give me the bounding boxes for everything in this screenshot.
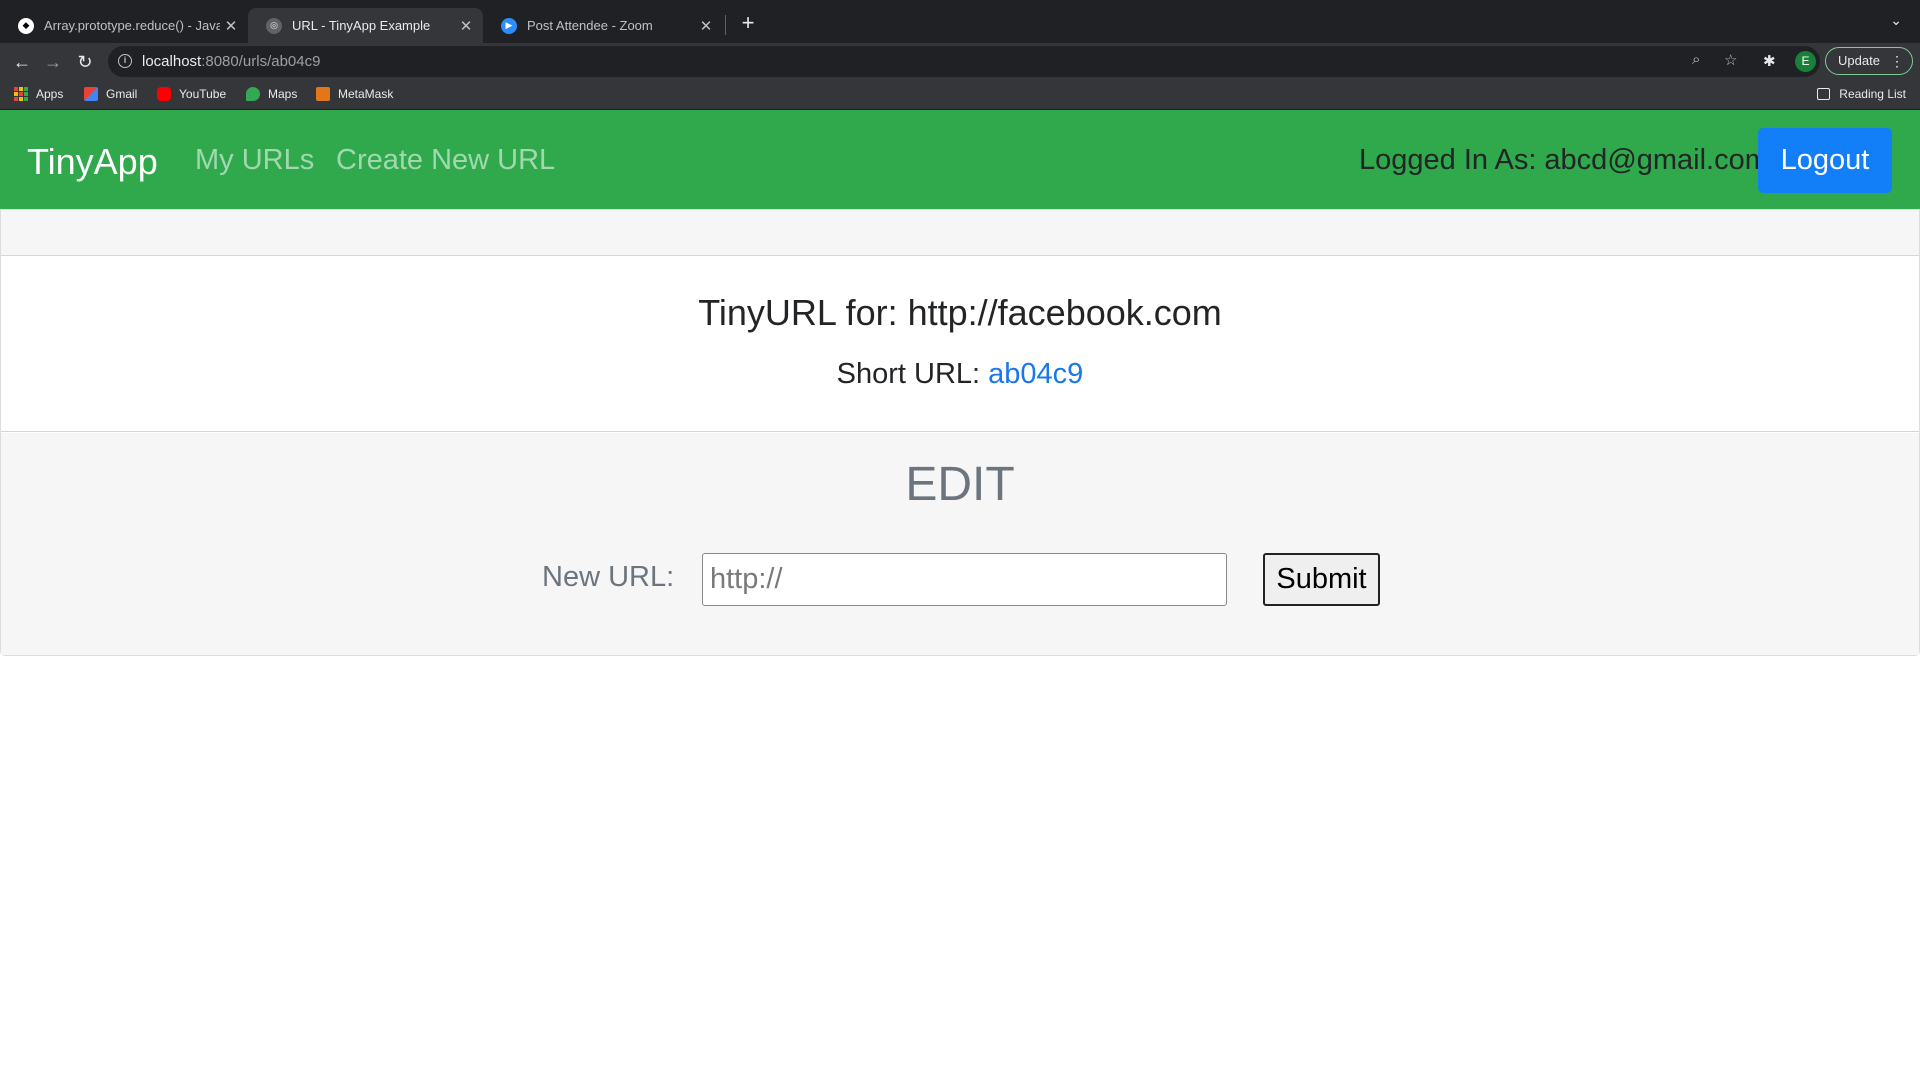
bookmark-apps[interactable]: Apps (14, 87, 63, 101)
nav-my-urls[interactable]: My URLs (195, 144, 314, 177)
tab-title: Post Attendee - Zoom (527, 18, 653, 33)
bookmark-gmail[interactable]: Gmail (84, 87, 137, 101)
new-tab-plus-icon[interactable]: + (736, 12, 760, 36)
tab-search-chevron-icon[interactable]: ⌄ (1890, 12, 1902, 29)
short-url-label: Short URL: (836, 358, 989, 390)
card-body: TinyURL for: http://facebook.com Short U… (1, 256, 1919, 432)
bookmark-youtube[interactable]: YouTube (157, 87, 226, 101)
card-header (1, 210, 1919, 256)
apps-grid-icon (14, 87, 28, 101)
extensions-puzzle-icon[interactable]: ✱ (1763, 52, 1776, 70)
tab-divider (725, 15, 726, 35)
close-icon[interactable]: ✕ (455, 17, 477, 35)
globe-icon: ◎ (266, 17, 282, 34)
edit-heading: EDIT (905, 458, 1015, 511)
logged-in-status: Logged In As: abcd@gmail.com (1359, 144, 1769, 176)
nav-create-new-url[interactable]: Create New URL (336, 144, 555, 177)
reload-icon[interactable]: ↻ (72, 49, 98, 75)
tab-zoom[interactable]: ▶ Post Attendee - Zoom ✕ (483, 8, 723, 43)
update-button[interactable]: Update ⋮ (1825, 47, 1913, 75)
browser-toolbar: ← → ↻ i localhost:8080/urls/ab04c9 ⌕ ☆ ✱… (0, 43, 1920, 80)
more-vert-icon[interactable]: ⋮ (1890, 48, 1904, 74)
back-arrow-icon[interactable]: ← (9, 49, 35, 75)
site-info-icon[interactable]: i (118, 54, 132, 68)
reading-list[interactable]: Reading List (1817, 87, 1906, 101)
bookmarks-bar: Apps Gmail YouTube Maps MetaMask Reading… (0, 80, 1920, 110)
close-icon[interactable]: ✕ (220, 17, 242, 35)
edit-section: EDIT New URL: Submit (1, 433, 1919, 655)
profile-avatar[interactable]: E (1795, 51, 1816, 72)
new-url-input[interactable] (702, 553, 1227, 606)
submit-button[interactable]: Submit (1263, 553, 1380, 606)
short-url-line: Short URL: ab04c9 (1, 358, 1919, 391)
zoom-magnifier-icon[interactable]: ⌕ (1692, 51, 1700, 68)
bookmark-star-icon[interactable]: ☆ (1724, 51, 1737, 69)
bookmark-metamask[interactable]: MetaMask (316, 87, 393, 101)
mdn-favicon-icon: ◆ (18, 17, 34, 34)
tab-title: URL - TinyApp Example (292, 18, 431, 33)
address-bar[interactable]: i localhost:8080/urls/ab04c9 ⌕ ☆ (108, 46, 1820, 77)
logout-button[interactable]: Logout (1758, 128, 1892, 193)
brand-link[interactable]: TinyApp (27, 141, 158, 183)
app-navbar: TinyApp My URLs Create New URL Logged In… (0, 110, 1920, 209)
tab-tinyapp[interactable]: ◎ URL - TinyApp Example ✕ (248, 8, 483, 43)
zoom-favicon-icon: ▶ (501, 17, 517, 34)
close-icon[interactable]: ✕ (695, 17, 717, 35)
page-viewport: TinyApp My URLs Create New URL Logged In… (0, 110, 1920, 1080)
address-url[interactable]: localhost:8080/urls/ab04c9 (142, 53, 320, 70)
forward-arrow-icon[interactable]: → (40, 49, 66, 75)
tab-title: Array.prototype.reduce() - JavaScript | … (44, 18, 220, 33)
gmail-icon (84, 87, 98, 101)
card-title: TinyURL for: http://facebook.com (698, 292, 1222, 333)
youtube-icon (157, 87, 171, 101)
url-card: TinyURL for: http://facebook.com Short U… (0, 209, 1920, 656)
maps-pin-icon (246, 87, 260, 101)
browser-tab-strip: ◆ Array.prototype.reduce() - JavaScript … (0, 0, 1920, 43)
new-url-label: New URL: (542, 561, 675, 593)
tab-mdn[interactable]: ◆ Array.prototype.reduce() - JavaScript … (0, 8, 248, 43)
short-url-link[interactable]: ab04c9 (988, 358, 1083, 390)
reading-list-icon (1817, 88, 1831, 100)
bookmark-maps[interactable]: Maps (246, 87, 297, 101)
metamask-fox-icon (316, 87, 330, 101)
